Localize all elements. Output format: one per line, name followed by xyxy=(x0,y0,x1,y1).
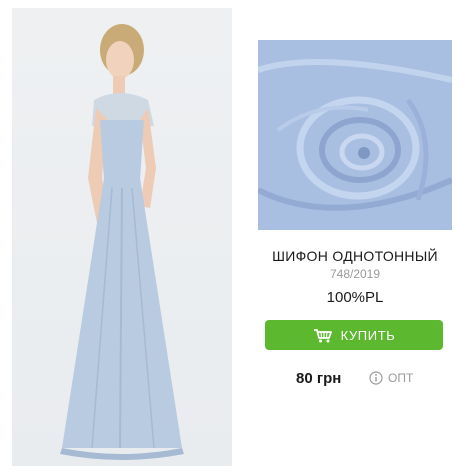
model-photo xyxy=(12,8,232,466)
product-price: 80 грн xyxy=(296,370,342,387)
wholesale-link[interactable]: ОПТ xyxy=(369,371,413,385)
basket-icon xyxy=(313,329,332,343)
buy-button[interactable]: КУПИТЬ xyxy=(265,320,443,350)
product-title: ШИФОН ОДНОТОННЫЙ xyxy=(272,248,438,264)
info-circle-icon xyxy=(369,371,383,385)
product-code: 748/2019 xyxy=(329,267,381,281)
wholesale-label: ОПТ xyxy=(388,371,414,385)
buy-button-label: КУПИТЬ xyxy=(340,327,396,343)
product-composition: 100%PL xyxy=(326,289,384,306)
fabric-photo xyxy=(258,40,452,230)
